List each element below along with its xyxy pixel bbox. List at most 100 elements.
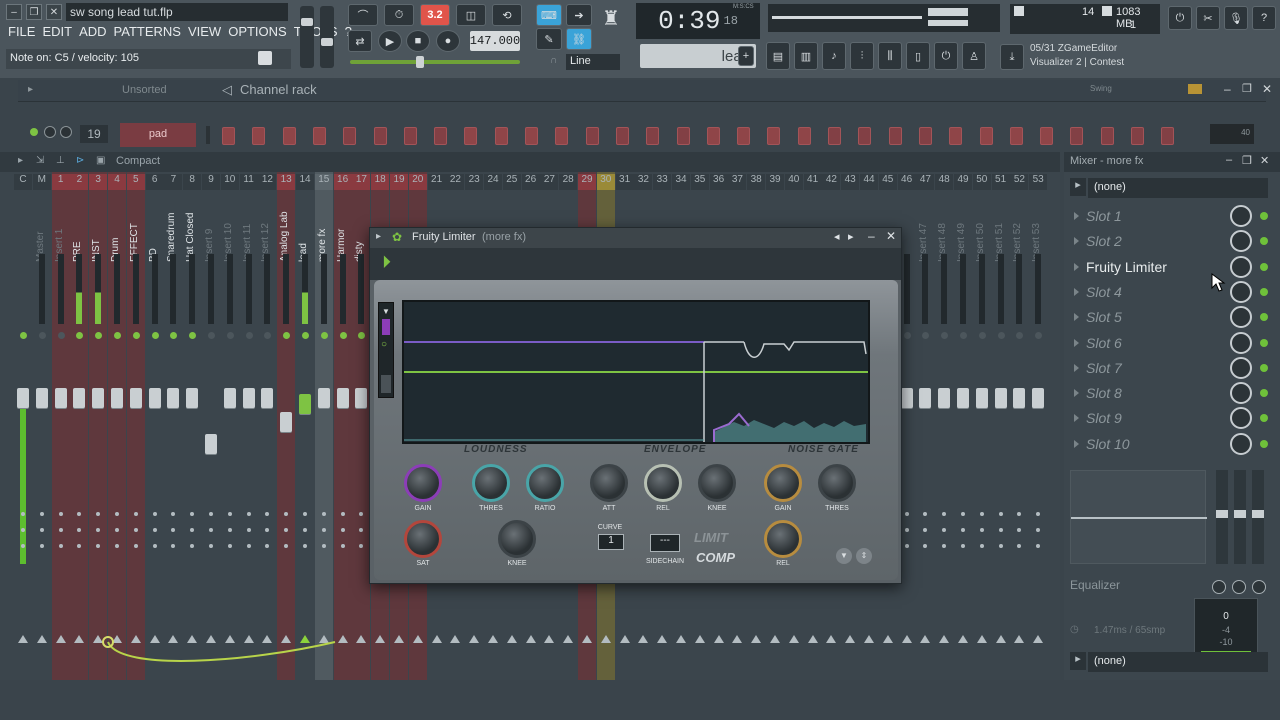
track-control-dot[interactable] xyxy=(77,528,82,532)
track-control-dot[interactable] xyxy=(190,528,195,532)
slot-menu-icon[interactable] xyxy=(1074,439,1079,448)
track-enable-led[interactable] xyxy=(283,332,291,339)
blend-notes-icon[interactable]: ◫ xyxy=(456,4,486,26)
track-enable-led[interactable] xyxy=(997,332,1005,339)
preset-updown-icon[interactable]: ⇕ xyxy=(856,548,872,564)
track-control-dot[interactable] xyxy=(21,528,25,532)
slot-mix-knob[interactable] xyxy=(1230,230,1252,253)
track-control-dot[interactable] xyxy=(227,544,232,548)
slot-enable-led[interactable] xyxy=(1260,338,1268,347)
track-enable-led[interactable] xyxy=(922,332,930,339)
send-arrow-icon[interactable] xyxy=(882,635,893,643)
track-control-dot[interactable] xyxy=(904,528,909,532)
volume-fader[interactable] xyxy=(73,388,86,408)
track-enable-led[interactable] xyxy=(38,332,46,339)
wait-input-icon[interactable]: ⏱ xyxy=(384,4,414,26)
track-control-dot[interactable] xyxy=(321,512,326,516)
loop-record-icon[interactable]: ⟲ xyxy=(492,4,522,26)
tab-envelope[interactable]: ENVELOPE xyxy=(644,444,706,455)
mixer-track[interactable]: 10 Insert 10 xyxy=(220,172,239,680)
channel-select-bar[interactable] xyxy=(206,126,210,144)
slot-menu-icon[interactable] xyxy=(1074,389,1079,398)
limiter-menu-icon[interactable]: ▸ xyxy=(376,231,381,242)
step-button[interactable] xyxy=(1131,127,1144,145)
volume-fader[interactable] xyxy=(994,388,1007,408)
tempo-display[interactable]: 147.000 xyxy=(470,31,520,51)
track-control-dot[interactable] xyxy=(1036,528,1041,532)
mode-comp[interactable]: COMP xyxy=(696,550,735,565)
track-control-dot[interactable] xyxy=(265,512,270,516)
channel-pan-knob[interactable] xyxy=(44,126,56,138)
step-button[interactable] xyxy=(252,127,266,145)
track-control-dot[interactable] xyxy=(942,512,947,516)
track-enable-led[interactable] xyxy=(960,332,967,339)
slot-mix-knob[interactable] xyxy=(1230,205,1252,227)
step-button[interactable] xyxy=(949,127,963,145)
mixer-minimize-icon[interactable]: – xyxy=(1226,154,1232,166)
slot-enable-led[interactable] xyxy=(1260,237,1268,246)
track-control-dot[interactable] xyxy=(58,528,63,532)
output-select[interactable]: (none) xyxy=(1088,652,1268,672)
mixer-track[interactable]: 4 Drum xyxy=(108,172,126,680)
menu-file[interactable]: FILE xyxy=(8,24,35,42)
step-edit-icon[interactable]: ➔ xyxy=(566,4,592,26)
track-control-dot[interactable] xyxy=(979,512,984,516)
step-button[interactable] xyxy=(373,127,387,145)
volume-fader[interactable] xyxy=(35,388,48,408)
eq-knob-2[interactable] xyxy=(1232,580,1246,594)
track-control-dot[interactable] xyxy=(923,528,928,532)
slot-enable-led[interactable] xyxy=(1260,389,1268,398)
track-control-dot[interactable] xyxy=(904,544,909,548)
track-control-dot[interactable] xyxy=(39,512,44,516)
track-control-dot[interactable] xyxy=(998,544,1003,548)
track-enable-led[interactable] xyxy=(189,332,197,339)
step-button[interactable] xyxy=(858,127,872,145)
help-icon[interactable]: ? xyxy=(1252,6,1276,30)
track-control-dot[interactable] xyxy=(359,528,364,532)
volume-fader[interactable] xyxy=(261,388,274,408)
gate-thres-knob[interactable] xyxy=(818,464,856,502)
sat-knob[interactable] xyxy=(404,520,442,558)
master-volume-display[interactable]: 0 -4 -10 xyxy=(1194,598,1258,660)
step-button[interactable] xyxy=(797,127,811,145)
send-arrow-icon[interactable] xyxy=(412,635,423,643)
metronome-icon[interactable]: ⌒ xyxy=(348,4,378,26)
step-button[interactable] xyxy=(555,127,569,145)
menu-options[interactable]: OPTIONS xyxy=(228,24,287,42)
limiter-display[interactable] xyxy=(402,300,870,444)
step-button[interactable] xyxy=(888,127,902,145)
rel-knob[interactable] xyxy=(644,464,682,502)
track-control-dot[interactable] xyxy=(209,512,213,516)
tools-icon[interactable]: ✂ xyxy=(1196,6,1220,30)
gear-icon[interactable]: ✿ xyxy=(392,230,402,244)
track-enable-led[interactable] xyxy=(57,332,65,339)
tab-noise-gate[interactable]: NOISE GATE xyxy=(788,444,859,455)
song-position-slider[interactable] xyxy=(350,56,520,68)
typing-keyboard-icon[interactable]: ⌨ xyxy=(536,4,562,26)
send-arrow-icon[interactable] xyxy=(619,635,630,643)
track-enable-led[interactable] xyxy=(208,332,215,339)
track-control-dot[interactable] xyxy=(359,512,364,516)
track-control-dot[interactable] xyxy=(923,512,928,516)
track-control-dot[interactable] xyxy=(171,528,176,532)
track-control-dot[interactable] xyxy=(39,528,44,532)
power-icon[interactable]: ⏻ xyxy=(1168,6,1192,30)
mixer-track[interactable]: 1 Insert 1 xyxy=(51,172,70,680)
prev-preset-icon[interactable]: ◂ xyxy=(834,230,840,243)
snap-select[interactable]: Line xyxy=(566,54,620,70)
step-button[interactable] xyxy=(646,127,660,145)
slot-mix-knob[interactable] xyxy=(1230,255,1252,278)
track-enable-led[interactable] xyxy=(358,332,366,339)
track-control-dot[interactable] xyxy=(96,512,101,516)
rack-close-icon[interactable]: ✕ xyxy=(1262,82,1272,96)
track-control-dot[interactable] xyxy=(58,544,63,548)
step-button[interactable] xyxy=(615,127,629,145)
slot-mix-knob[interactable] xyxy=(1230,280,1252,303)
send-arrow-icon[interactable] xyxy=(845,635,856,643)
step-button[interactable] xyxy=(494,127,508,145)
track-control-dot[interactable] xyxy=(284,528,289,532)
tab-loudness[interactable]: LOUDNESS xyxy=(464,444,528,455)
step-button[interactable] xyxy=(282,127,296,145)
limiter-titlebar[interactable]: ▸ ✿ Fruity Limiter (more fx) ◂ ▸ – ✕ xyxy=(370,228,901,248)
send-arrow-icon[interactable] xyxy=(958,635,968,643)
